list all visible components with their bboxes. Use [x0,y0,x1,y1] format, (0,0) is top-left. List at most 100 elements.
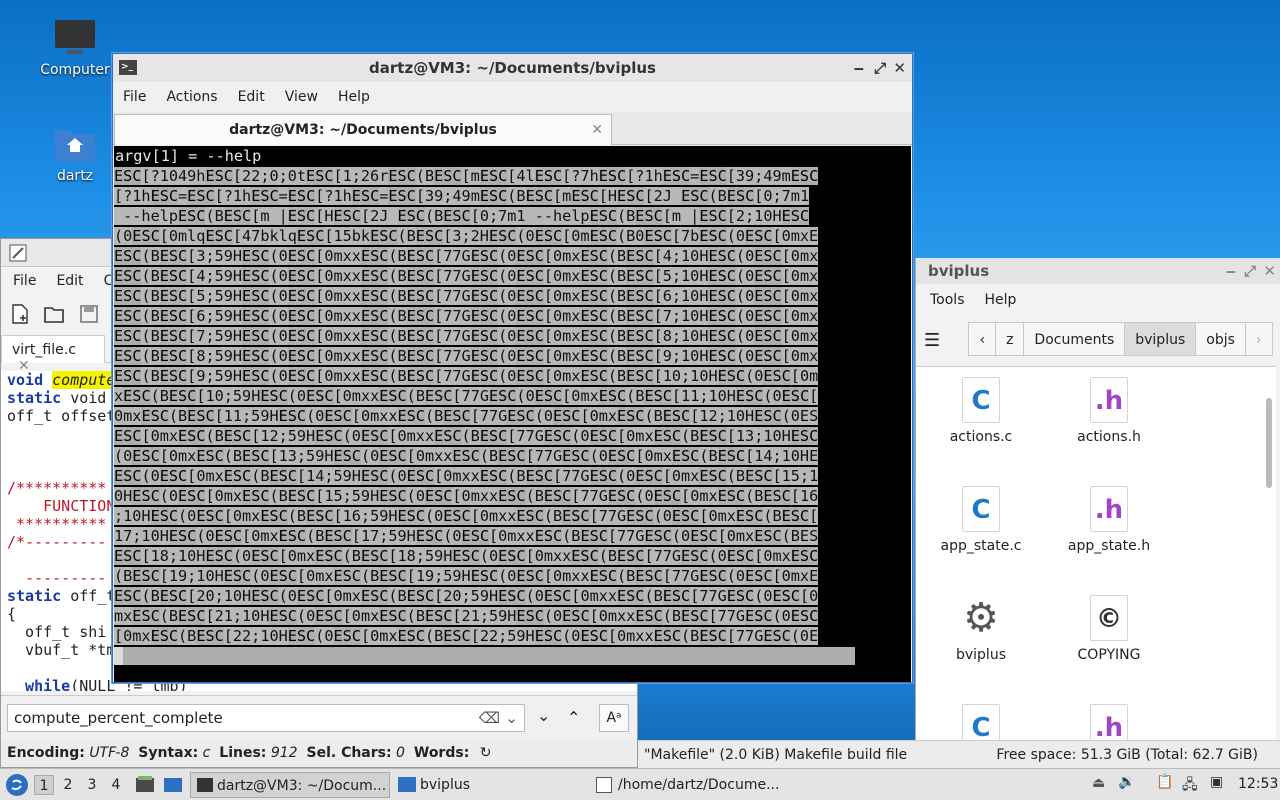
file-label: actions.h [1077,429,1141,445]
volume-icon[interactable]: 🔉 [1118,774,1135,790]
terminal-cursor-line [114,646,911,666]
file-item[interactable]: Cactions.c [926,377,1036,445]
filemgr-menu-tools[interactable]: Tools [920,286,975,314]
filemgr-scrollbar[interactable] [1266,398,1272,488]
editor-statusbar: Encoding: UTF-8 Syntax: c Lines: 912 Sel… [1,739,637,767]
terminal-line: (0ESC[0mlqESC[47bklqESC[15bkESC(BESC[3;2… [114,227,819,245]
terminal-window[interactable]: >_ dartz@VM3: ~/Documents/bviplus ‒ ⤢ ✕ … [112,53,913,683]
network-icon[interactable]: 🖧 [1182,774,1198,798]
refresh-icon[interactable]: ↻ [480,745,492,761]
lines-label: Lines: [219,745,267,761]
terminal-line: ESC[18;10HESC(0ESC[0mxESC(BESC[18;59HESC… [114,547,819,565]
terminal-menu-view[interactable]: View [275,83,328,111]
terminal-title: dartz@VM3: ~/Documents/bviplus [369,59,656,77]
encoding-value[interactable]: UTF-8 [89,745,129,761]
workspace-4[interactable]: 4 [106,775,126,795]
taskbar: 1 2 3 4 dartz@VM3: ~/Docum... bviplus /h… [0,768,1280,800]
terminal-menu-help[interactable]: Help [328,83,380,111]
filemgr-menu-help[interactable]: Help [975,286,1027,314]
minimize-icon[interactable]: ‒ [1226,258,1236,284]
start-menu-icon[interactable] [5,773,29,797]
terminal-menu-file[interactable]: File [113,83,156,111]
crumb-objs[interactable]: objs [1195,322,1246,356]
crumb-documents[interactable]: Documents [1023,322,1126,356]
match-case-button[interactable]: Aᵃ [599,704,629,732]
clipboard-icon[interactable]: 📋 [1156,774,1173,790]
minimize-icon[interactable]: ‒ [854,54,864,82]
list-view-icon[interactable]: ☰ [924,330,964,351]
workspace-2[interactable]: 2 [58,775,78,795]
file-item[interactable]: .h app_state.h [1054,486,1164,554]
battery-icon[interactable]: ▣ [1210,774,1223,790]
path-forward-button[interactable]: › [1244,322,1273,356]
editor-menu-file[interactable]: File [3,267,46,295]
close-icon[interactable]: ✕ [893,54,906,82]
file-manager-launcher-icon[interactable] [134,774,156,796]
desktop-label-home: dartz [56,168,94,184]
filemgr-icon-view[interactable]: Cactions.c .h actions.h Capp_state.c .h app_s… [916,366,1276,742]
path-back-button[interactable]: ‹ [968,322,997,356]
close-icon[interactable]: ✕ [1263,258,1276,284]
task-terminal[interactable]: dartz@VM3: ~/Docum... [190,772,390,798]
search-input[interactable]: compute_percent_complete ⌫ ⌄ [7,704,525,732]
terminal-line: ESC(BESC[6;59HESC(0ESC[0mxxESC(BESC[77GE… [114,307,819,325]
eject-icon[interactable]: ⏏ [1092,775,1105,791]
desktop-icon-computer[interactable]: Computer [35,18,115,78]
search-input-value: compute_percent_complete [14,709,223,727]
maximize-icon[interactable]: ⤢ [1244,258,1256,284]
editor-tab-label: virt_file.c [12,342,76,358]
file-item[interactable]: © COPYING [1054,595,1164,663]
dropdown-icon[interactable]: ⌄ [505,709,518,727]
terminal-menu-edit[interactable]: Edit [228,83,275,111]
search-prev-icon[interactable]: ⌃ [567,708,580,727]
open-folder-icon[interactable] [43,303,65,325]
terminal-menubar: File Actions Edit View Help [113,82,912,112]
lines-value: 912 [270,745,298,761]
file-item[interactable]: Capp_state.c [926,486,1036,554]
file-label: bviplus [955,647,1006,663]
terminal-tab[interactable]: dartz@VM3: ~/Documents/bviplus ✕ [114,114,612,145]
c-header-icon: .h [1090,704,1128,742]
clear-icon[interactable]: ⌫ [479,709,500,727]
task-bviplus-label: bviplus [420,777,471,793]
close-icon[interactable]: ✕ [591,115,603,145]
file-item[interactable]: ⚙ bviplus [926,595,1036,663]
terminal-line: [?1hESC=ESC[?1hESC=ESC[?1hESC=ESC[39;49m… [114,187,810,205]
terminal-screen[interactable]: argv[1] = --help ESC[?1049hESC[22;0;0tES… [114,146,911,682]
task-editor[interactable]: /home/dartz/Docume... [592,772,812,798]
filemgr-status-right: Free space: 51.3 GiB (Total: 62.7 GiB) [996,747,1258,763]
file-item[interactable]: C [926,704,1036,742]
workspace-3[interactable]: 3 [82,775,102,795]
workspace-1[interactable]: 1 [34,775,54,795]
task-editor-label: /home/dartz/Docume... [618,777,780,793]
terminal-line: ESC(0ESC[0mxESC(BESC[14;59HESC(0ESC[0mxx… [114,467,819,485]
task-bviplus[interactable]: bviplus [394,772,584,798]
terminal-line: ESC(BESC[8;59HESC(0ESC[0mxxESC(BESC[77GE… [114,347,819,365]
maximize-icon[interactable]: ⤢ [874,54,886,82]
terminal-line: ESC[0mxESC(BESC[12;59HESC(0ESC[0mxxESC(B… [114,427,819,445]
terminal-line: (0ESC[0mxESC(BESC[13;59HESC(0ESC[0mxxESC… [114,447,819,465]
clock[interactable]: 12:53 [1238,776,1278,792]
encoding-label: Encoding: [7,745,85,761]
desktop-icon-home[interactable]: dartz [35,124,115,184]
terminal-titlebar[interactable]: >_ dartz@VM3: ~/Documents/bviplus ‒ ⤢ ✕ [113,54,912,82]
file-item[interactable]: .h [1054,704,1164,742]
save-icon[interactable] [78,303,100,325]
editor-menu-edit[interactable]: Edit [46,267,93,295]
filemgr-title: bviplus [928,262,990,280]
new-document-icon[interactable] [9,303,31,325]
terminal-line: 17;10HESC(0ESC[0mxESC(BESC[17;59HESC(0ES… [114,527,819,545]
editor-app-icon [9,244,27,262]
file-manager-window[interactable]: bviplus ‒ ⤢ ✕ Tools Help ☰ ‹ z Documents bvi… [915,258,1280,768]
crumb-home[interactable]: z [995,322,1025,356]
terminal-line: ESC[?1049hESC[22;0;0tESC[1;26rESC(BESC[m… [114,167,819,185]
filemgr-titlebar[interactable]: bviplus ‒ ⤢ ✕ [916,258,1280,284]
show-desktop-icon[interactable] [162,774,184,796]
crumb-bviplus[interactable]: bviplus [1124,322,1197,356]
file-item[interactable]: .h actions.h [1054,377,1164,445]
words-label: Words: [413,745,470,761]
editor-tab[interactable]: virt_file.c ✕ [1,335,105,374]
syntax-value[interactable]: c [203,745,211,761]
search-next-icon[interactable]: ⌄ [537,706,550,725]
terminal-menu-actions[interactable]: Actions [156,83,227,111]
